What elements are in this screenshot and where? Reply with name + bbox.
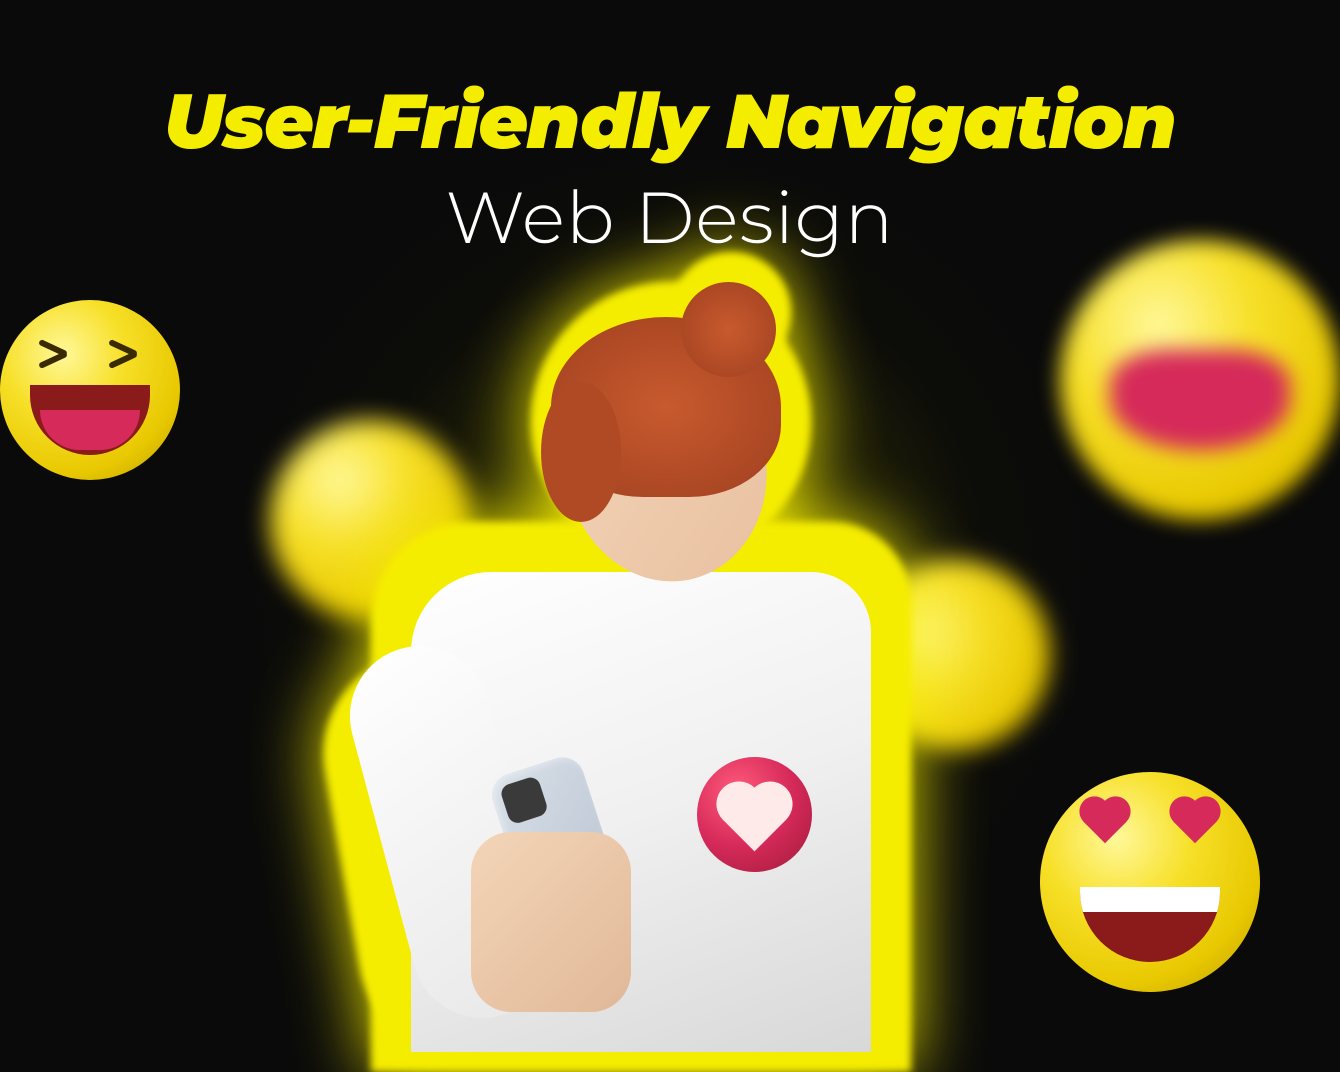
laughing-emoji-icon xyxy=(0,300,180,480)
main-title: User-Friendly Navigation xyxy=(0,80,1340,164)
wow-emoji-icon xyxy=(1060,240,1340,520)
person-with-phone-illustration xyxy=(351,302,931,1052)
heading-block: User-Friendly Navigation Web Design xyxy=(0,80,1340,262)
heart-react-icon xyxy=(697,757,812,872)
subtitle: Web Design xyxy=(0,174,1340,262)
heart-eyes-emoji-icon xyxy=(1040,772,1260,992)
